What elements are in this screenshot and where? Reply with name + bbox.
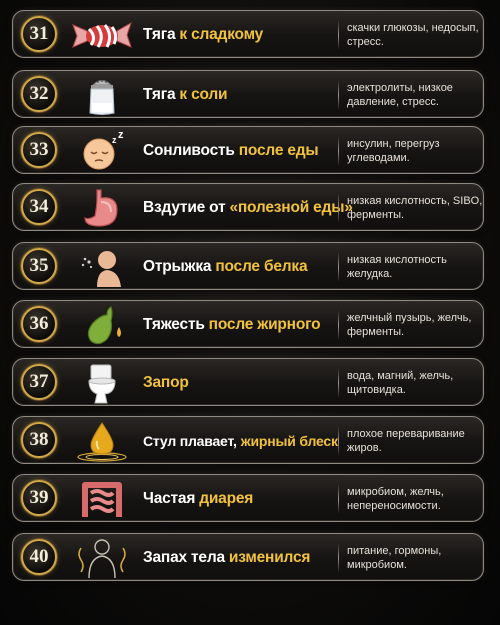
title-highlight: диарея [199, 490, 254, 507]
divider [338, 252, 339, 282]
symptom-title: Сонливость после еды [143, 127, 333, 175]
title-text: Тяжесть [143, 316, 205, 333]
title-highlight: «полезной еды» [229, 199, 353, 216]
list-item: 32 Тяга к соли электролиты, низкое давлен… [12, 70, 484, 118]
cause-note: желчный пузырь, желчь, ферменты. [347, 312, 472, 338]
list-item: 36 Тяжесть после жирного желчный пузырь, … [12, 300, 484, 348]
symptom-title: Стул плавает, жирный блеск [143, 417, 338, 465]
title-text: Стул плавает, [143, 433, 237, 449]
divider [338, 136, 339, 166]
title-highlight: после жирного [208, 316, 321, 333]
symptom-title: Тяжесть после жирного [143, 301, 333, 349]
symptom-title: Тяга к сладкому [143, 11, 333, 59]
svg-text:z: z [118, 129, 124, 141]
title-highlight: после еды [238, 142, 319, 159]
title-text: Сонливость [143, 142, 235, 159]
cause-note: микробиом, желчь, непереносимости. [347, 486, 444, 512]
symptom-title: Вздутие от «полезной еды» [143, 184, 353, 232]
cause-note: скачки глюкозы, недосып, стресс. [347, 22, 479, 48]
body-odor-icon [67, 536, 137, 580]
cause-note: инсулин, перегруз углеводами. [347, 138, 440, 164]
cause-note: низкая кислотность желудка. [347, 254, 447, 280]
number-badge: 36 [21, 306, 57, 342]
cause-note: плохое переваривание жиров. [347, 428, 465, 454]
title-text: Запах тела [143, 549, 225, 566]
divider [338, 368, 339, 398]
number-badge: 35 [21, 248, 57, 284]
list-item: 34 Вздутие от «полезной еды» низкая кисло… [12, 183, 484, 231]
title-highlight: Запор [143, 374, 189, 391]
salt-shaker-icon [67, 73, 137, 117]
number-badge: 37 [21, 364, 57, 400]
title-highlight: жирный блеск [240, 433, 338, 449]
title-highlight: после белка [215, 258, 308, 275]
title-text: Отрыжка [143, 258, 212, 275]
number-badge: 34 [21, 189, 57, 225]
title-text: Частая [143, 490, 196, 507]
title-highlight: изменился [228, 549, 311, 566]
divider [338, 193, 339, 223]
number-badge: 32 [21, 76, 57, 112]
list-item: 33 z z Сонливость после еды инсулин, пере… [12, 126, 484, 174]
list-item: 39 Частая диарея микробиом, желчь, непере… [12, 474, 484, 522]
symptom-title: Частая диарея [143, 475, 333, 523]
divider [338, 484, 339, 514]
divider [338, 426, 339, 456]
number-badge: 38 [21, 422, 57, 458]
title-highlight: к сладкому [179, 26, 264, 43]
symptom-list: 31 Тяга к сладкому скачки глюкозы, недосы… [0, 0, 500, 625]
number-badge: 40 [21, 539, 57, 575]
divider [338, 80, 339, 110]
divider [338, 20, 339, 50]
title-text: Тяга [143, 86, 176, 103]
symptom-title: Тяга к соли [143, 71, 333, 119]
cause-note: электролиты, низкое давление, стресс. [347, 82, 453, 108]
stomach-icon [67, 186, 137, 230]
sleepy-face-icon: z z [67, 129, 137, 173]
title-text: Тяга [143, 26, 176, 43]
cause-note: питание, гормоны, микробиом. [347, 545, 442, 571]
oil-drop-icon [67, 419, 137, 463]
gallbladder-icon [67, 303, 137, 347]
candy-icon [67, 13, 137, 57]
divider [338, 310, 339, 340]
intestine-icon [67, 477, 137, 521]
number-badge: 31 [21, 16, 57, 52]
number-badge: 39 [21, 480, 57, 516]
list-item: 38 Стул плавает, жирный блеск плохое пере… [12, 416, 484, 464]
symptom-title: Запах тела изменился [143, 534, 333, 582]
person-burp-icon [67, 245, 137, 289]
divider [338, 543, 339, 573]
list-item: 35 Отрыжка после белка низкая кислотность… [12, 242, 484, 290]
cause-note: низкая кислотность, SIBO, ферменты. [347, 195, 483, 221]
number-badge: 33 [21, 132, 57, 168]
list-item: 31 Тяга к сладкому скачки глюкозы, недосы… [12, 10, 484, 58]
title-text: Вздутие от [143, 199, 226, 216]
symptom-title: Запор [143, 359, 333, 407]
cause-note: вода, магний, желчь, щитовидка. [347, 370, 454, 396]
symptom-title: Отрыжка после белка [143, 243, 333, 291]
toilet-icon [67, 361, 137, 405]
list-item: 40 Запах тела изменился питание, гормоны,… [12, 533, 484, 581]
title-highlight: к соли [179, 86, 228, 103]
list-item: 37 Запор вода, магний, желчь, щитовидка. [12, 358, 484, 406]
svg-text:z: z [112, 135, 117, 145]
